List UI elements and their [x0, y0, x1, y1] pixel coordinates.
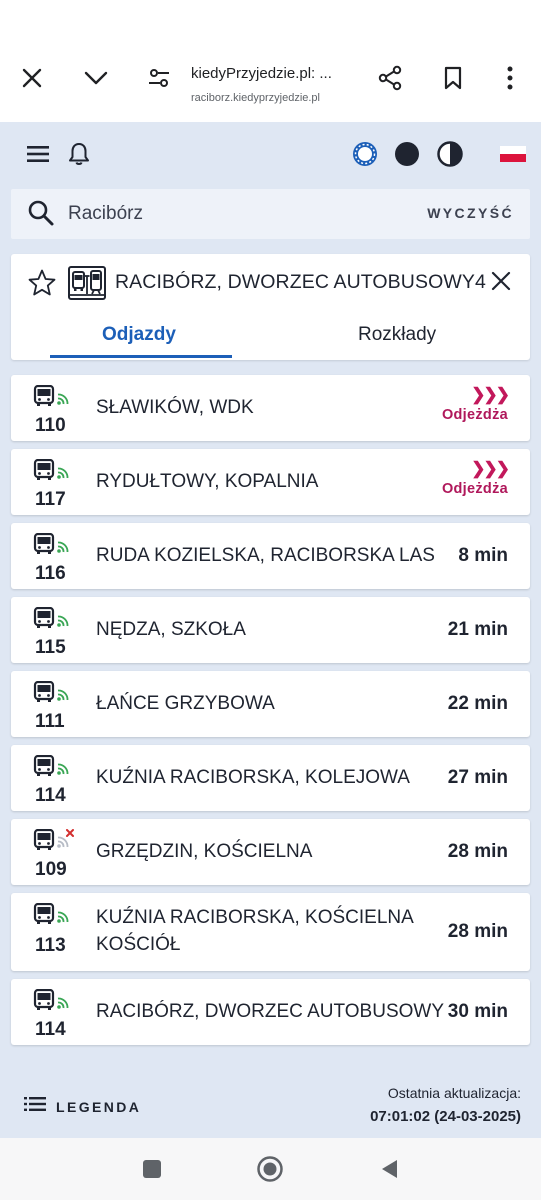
bus-icon — [33, 754, 55, 782]
search-icon[interactable] — [27, 199, 55, 232]
bell-icon[interactable] — [64, 139, 94, 169]
destination-label: ŁAŃCE GRZYBOWA — [96, 693, 275, 714]
leaving-indicator: ❯❯❯ Odjeżdża — [441, 385, 510, 423]
realtime-signal-icon — [56, 466, 72, 485]
recents-icon[interactable] — [138, 1155, 166, 1183]
departure-row[interactable]: 113 KUŹNIA RACIBORSKA, KOŚCIELNA KOŚCIÓŁ 2… — [11, 893, 530, 971]
departure-row[interactable]: 109 GRZĘDZIN, KOŚCIELNA 28 min — [11, 819, 530, 885]
realtime-signal-icon — [56, 996, 72, 1015]
chevron-down-icon[interactable] — [80, 62, 112, 94]
status-bar-area — [0, 0, 541, 40]
close-icon[interactable] — [16, 62, 48, 94]
departure-row[interactable]: 114 KUŹNIA RACIBORSKA, KOLEJOWA 27 min — [11, 745, 530, 811]
realtime-signal-icon — [56, 762, 72, 781]
bus-icon — [33, 606, 55, 634]
line-number: 116 — [35, 563, 66, 584]
active-tab-indicator — [50, 355, 232, 358]
dark-mode-icon[interactable] — [392, 139, 422, 169]
legend-label: LEGENDA — [56, 1098, 142, 1115]
close-icon[interactable] — [490, 270, 512, 297]
stop-card: RACIBÓRZ, DWORZEC AUTOBUSOWY4 Odjazdy Ro… — [11, 254, 530, 360]
departure-time: 22 min — [447, 693, 508, 714]
destination-label: RYDUŁTOWY, KOPALNIA — [96, 471, 319, 492]
legend-button[interactable]: LEGENDA — [24, 1096, 141, 1117]
departure-row[interactable]: 117 RYDUŁTOWY, KOPALNIA ❯❯❯ Odjeżdża — [11, 449, 530, 515]
browser-toolbar: kiedyPrzyjedzie.pl: ... raciborz.kiedypr… — [0, 40, 541, 122]
line-number: 114 — [35, 1019, 66, 1040]
realtime-signal-icon — [56, 688, 72, 707]
departure-time: 30 min — [447, 1001, 508, 1022]
poland-flag-icon[interactable] — [498, 139, 528, 169]
app-header — [0, 122, 541, 188]
destination-label: RUDA KOZIELSKA, RACIBORSKA LAS — [96, 545, 435, 566]
back-icon[interactable] — [375, 1155, 403, 1183]
departure-row[interactable]: 116 RUDA KOZIELSKA, RACIBORSKA LAS 8 min — [11, 523, 530, 589]
bookmark-icon[interactable] — [437, 62, 469, 94]
bus-icon — [33, 988, 55, 1016]
more-vert-icon[interactable] — [494, 62, 526, 94]
departure-time: 27 min — [447, 767, 508, 788]
destination-label: NĘDZA, SZKOŁA — [96, 619, 246, 640]
line-number: 113 — [35, 935, 66, 956]
site-settings-icon[interactable] — [143, 62, 175, 94]
departure-row[interactable]: 115 NĘDZA, SZKOŁA 21 min — [11, 597, 530, 663]
url-text[interactable]: raciborz.kiedyprzyjedzie.pl — [191, 92, 366, 104]
destination-label: SŁAWIKÓW, WDK — [96, 397, 254, 418]
line-number: 110 — [35, 415, 66, 436]
chevrons-icon: ❯❯❯ — [471, 385, 510, 404]
bus-tram-stop-icon — [68, 266, 106, 305]
bus-icon — [33, 680, 55, 708]
departure-time: 28 min — [447, 921, 508, 942]
tab-departures[interactable]: Odjazdy — [102, 324, 176, 346]
menu-icon[interactable] — [23, 139, 53, 169]
bus-icon — [33, 458, 55, 486]
contrast-ring-icon[interactable] — [350, 139, 380, 169]
high-contrast-icon[interactable] — [435, 139, 465, 169]
search-input[interactable] — [68, 200, 398, 228]
home-icon[interactable] — [256, 1155, 284, 1183]
line-number: 115 — [35, 637, 66, 658]
departure-row[interactable]: 114 RACIBÓRZ, DWORZEC AUTOBUSOWY 30 min — [11, 979, 530, 1045]
departure-row[interactable]: 111 ŁAŃCE GRZYBOWA 22 min — [11, 671, 530, 737]
leaving-indicator: ❯❯❯ Odjeżdża — [441, 459, 510, 497]
destination-label: GRZĘDZIN, KOŚCIELNA — [96, 841, 313, 862]
line-number: 109 — [35, 859, 67, 880]
line-number: 114 — [35, 785, 66, 806]
chevrons-icon: ❯❯❯ — [471, 459, 510, 478]
line-number: 117 — [35, 489, 66, 510]
last-update-label: Ostatnia aktualizacja: — [387, 1085, 521, 1101]
clear-search-button[interactable]: WYCZYŚĆ — [427, 205, 514, 221]
no-realtime-signal-icon — [56, 829, 74, 854]
realtime-signal-icon — [56, 392, 72, 411]
departure-time: 28 min — [447, 841, 508, 862]
departure-row[interactable]: 110 SŁAWIKÓW, WDK ❯❯❯ Odjeżdża — [11, 375, 530, 441]
bus-icon — [33, 828, 55, 856]
destination-label: RACIBÓRZ, DWORZEC AUTOBUSOWY — [96, 1001, 445, 1022]
realtime-signal-icon — [56, 910, 72, 929]
realtime-signal-icon — [56, 540, 72, 559]
realtime-signal-icon — [56, 614, 72, 633]
search-bar: WYCZYŚĆ — [11, 189, 530, 239]
system-nav-bar — [0, 1138, 541, 1200]
leaving-status: Odjeżdża — [441, 481, 508, 497]
departure-time: 8 min — [458, 545, 508, 566]
tab-title[interactable]: kiedyPrzyjedzie.pl: ... — [191, 65, 361, 82]
line-number: 111 — [35, 711, 65, 732]
destination-label: KUŹNIA RACIBORSKA, KOLEJOWA — [96, 767, 410, 788]
destination-label: KUŹNIA RACIBORSKA, KOŚCIELNA KOŚCIÓŁ — [96, 907, 413, 955]
tab-timetables[interactable]: Rozkłady — [358, 324, 436, 346]
stop-name: RACIBÓRZ, DWORZEC AUTOBUSOWY4 — [115, 271, 486, 293]
bus-icon — [33, 532, 55, 560]
bus-icon — [33, 384, 55, 412]
last-update-value: 07:01:02 (24-03-2025) — [370, 1108, 521, 1125]
list-icon — [24, 1096, 46, 1117]
footer: LEGENDA Ostatnia aktualizacja: 07:01:02 … — [0, 1072, 541, 1138]
leaving-status: Odjeżdża — [441, 407, 508, 423]
star-icon[interactable] — [27, 268, 57, 303]
departure-time: 21 min — [447, 619, 508, 640]
bus-icon — [33, 902, 55, 930]
share-icon[interactable] — [374, 62, 406, 94]
